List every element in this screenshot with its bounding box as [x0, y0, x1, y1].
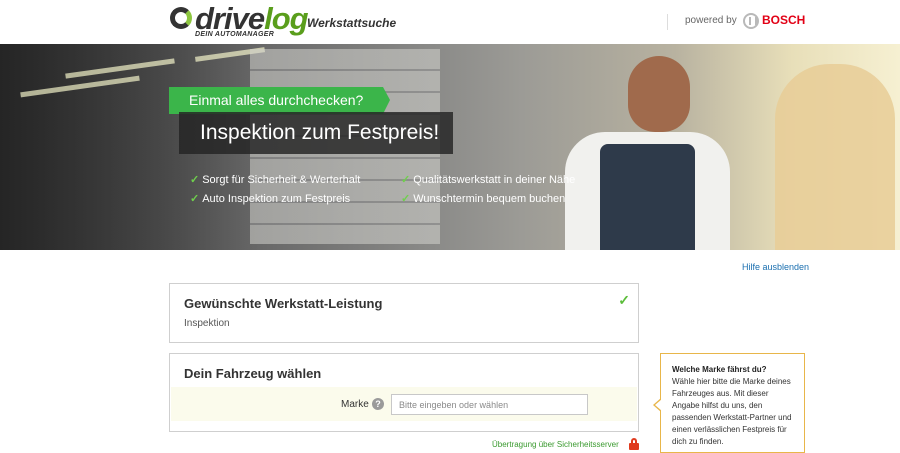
service-card-title: Gewünschte Werkstatt-Leistung: [184, 296, 383, 311]
hero-headline: Inspektion zum Festpreis!: [179, 112, 453, 154]
brand-field-row: Marke ?: [171, 387, 637, 421]
secure-transfer-note: Übertragung über Sicherheitsserver: [492, 440, 619, 449]
bosch-logo-icon: [743, 13, 759, 29]
checkmark-icon: ✓: [190, 174, 200, 186]
checkmark-icon: ✓: [190, 193, 200, 205]
service-card[interactable]: Gewünschte Werkstatt-Leistung Inspektion…: [169, 283, 639, 343]
lock-icon: [629, 438, 639, 450]
checkmark-icon: ✓: [401, 174, 411, 186]
vehicle-card-title: Dein Fahrzeug wählen: [184, 366, 322, 381]
bosch-logo-text: BOSCH: [762, 13, 806, 27]
feature-item: ✓ Wunschtermin bequem buchen: [401, 193, 566, 205]
help-icon[interactable]: ?: [372, 398, 384, 410]
logo-subtitle: DEIN AUTOMANAGER: [195, 31, 275, 38]
feature-item: ✓ Auto Inspektion zum Festpreis: [190, 193, 351, 205]
feature-item: ✓ Qualitätswerkstatt in deiner Nähe: [401, 174, 576, 186]
brand-label: Marke: [341, 399, 369, 410]
feature-item: ✓ Sorgt für Sicherheit & Werterhalt: [190, 174, 361, 186]
hero-tagline: Einmal alles durchchecken?: [169, 87, 391, 114]
powered-by-label: powered by: [685, 15, 737, 26]
brand-input[interactable]: [391, 394, 588, 415]
page-label: Werkstattsuche: [307, 16, 397, 30]
selected-service: Inspektion: [184, 318, 230, 329]
customer-image: [775, 64, 895, 250]
header-divider: [667, 14, 668, 30]
drivelog-logo-icon: [170, 7, 192, 29]
checkmark-icon: ✓: [401, 193, 411, 205]
tooltip-body: Wähle hier bitte die Marke deines Fahrze…: [672, 377, 792, 446]
tooltip-title: Welche Marke fährst du?: [672, 365, 767, 374]
top-bar: drivelog DEIN AUTOMANAGER Werkstattsuche…: [0, 0, 900, 44]
completed-check-icon: ✓: [618, 292, 630, 308]
drivelog-logo[interactable]: drivelog DEIN AUTOMANAGER: [170, 2, 309, 40]
help-tooltip: Welche Marke fährst du? Wähle hier bitte…: [653, 353, 805, 453]
hide-help-link[interactable]: Hilfe ausblenden: [742, 262, 809, 272]
vehicle-card: Dein Fahrzeug wählen Marke ?: [169, 353, 639, 432]
